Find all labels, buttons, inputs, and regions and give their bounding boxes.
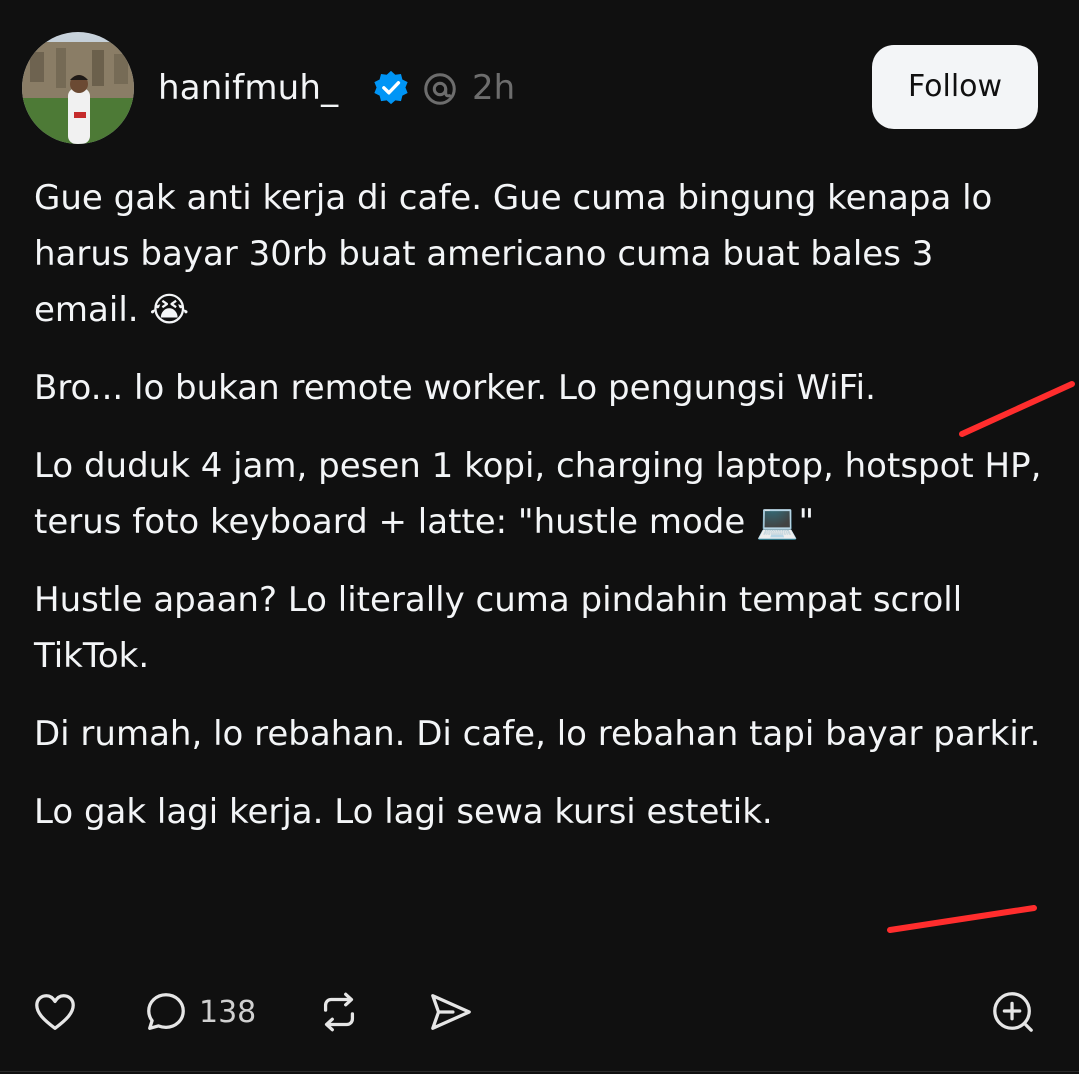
post-paragraph: Lo duduk 4 jam, pesen 1 kopi, charging l… [34,446,1053,542]
heart-icon [32,989,78,1035]
comment-icon [143,989,189,1035]
annotation-mark [887,905,1037,933]
avatar[interactable] [22,32,134,144]
repost-icon [316,989,362,1035]
verified-badge-icon [372,69,410,107]
action-bar: 138 [0,980,1079,1044]
like-button[interactable] [32,988,78,1036]
share-button[interactable] [428,988,474,1036]
post-paragraph: Lo gak lagi kerja. Lo lagi sewa kursi es… [34,792,773,832]
author-username[interactable]: hanifmuh_ [158,66,338,110]
post-timestamp: 2h [472,68,516,108]
add-circle-icon [990,989,1036,1035]
reply-count: 138 [199,994,257,1030]
reply-button[interactable]: 138 [143,988,256,1036]
post-paragraph: Hustle apaan? Lo literally cuma pindahin… [34,580,973,676]
post-paragraph: Di rumah, lo rebahan. Di cafe, lo rebaha… [34,714,1041,754]
threads-icon [421,70,459,108]
follow-button[interactable]: Follow [872,45,1038,129]
repost-button[interactable] [316,988,362,1036]
post-body: Gue gak anti kerja di cafe. Gue cuma bin… [34,170,1044,862]
divider [0,1071,1079,1072]
post-paragraph: Bro... lo bukan remote worker. Lo pengun… [34,368,876,408]
quote-button[interactable] [990,988,1036,1036]
send-icon [428,989,474,1035]
post-paragraph: Gue gak anti kerja di cafe. Gue cuma bin… [34,178,1004,330]
